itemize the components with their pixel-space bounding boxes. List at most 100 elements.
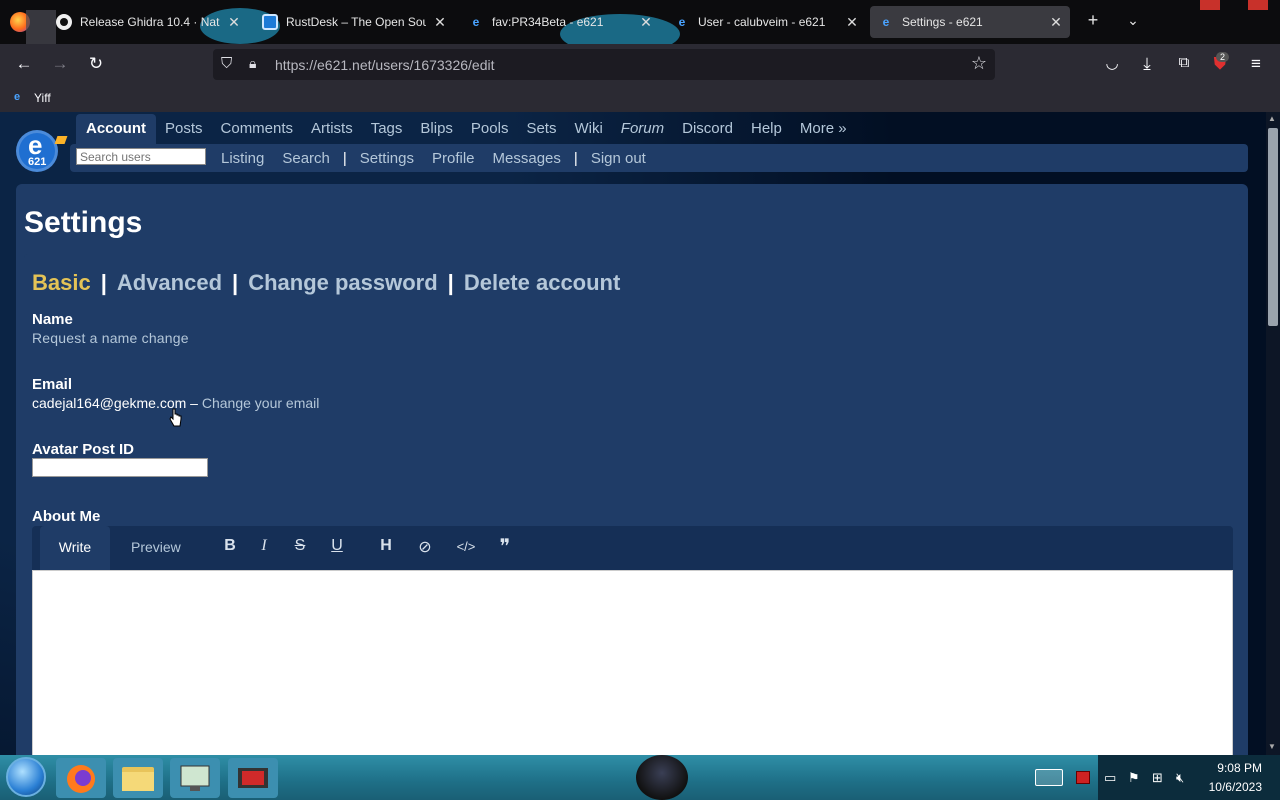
- change-email-link[interactable]: Change your email: [202, 395, 320, 411]
- start-button[interactable]: [6, 757, 46, 797]
- url-text[interactable]: https://e621.net/users/1673326/edit: [275, 57, 495, 73]
- nav-account[interactable]: Account: [76, 114, 156, 144]
- nav-pools[interactable]: Pools: [462, 114, 518, 144]
- browser-tab-bar: Release Ghidra 10.4 · Nation ✕ RustDesk …: [0, 0, 1280, 54]
- email-value: cadejal164@gekme.com: [32, 395, 187, 411]
- scroll-down-icon[interactable]: ▼: [1268, 742, 1276, 751]
- bookmark-star-icon[interactable]: ☆: [971, 53, 987, 74]
- nav-tags[interactable]: Tags: [362, 114, 412, 144]
- editor-tab-write[interactable]: Write: [40, 526, 110, 570]
- close-icon[interactable]: ✕: [226, 14, 242, 31]
- bold-icon[interactable]: B: [220, 537, 240, 555]
- nav-sets[interactable]: Sets: [517, 114, 565, 144]
- main-nav: Account Posts Comments Artists Tags Blip…: [76, 114, 856, 144]
- scroll-thumb[interactable]: [1268, 128, 1278, 326]
- tab-change-password[interactable]: Change password: [248, 270, 437, 296]
- bookmark-item[interactable]: e Yiff: [14, 91, 51, 105]
- clock-time[interactable]: 9:08 PM: [1217, 761, 1262, 775]
- close-icon[interactable]: ✕: [432, 14, 448, 31]
- shield-icon[interactable]: ⛉: [221, 55, 237, 73]
- close-icon[interactable]: ✕: [638, 14, 654, 31]
- nav-help[interactable]: Help: [742, 114, 791, 144]
- about-me-label: About Me: [32, 508, 101, 525]
- flag-icon[interactable]: ⚑: [1128, 770, 1140, 786]
- tab-basic[interactable]: Basic: [32, 270, 91, 296]
- nav-posts[interactable]: Posts: [156, 114, 212, 144]
- network-icon[interactable]: ⊞: [1152, 770, 1163, 786]
- italic-icon[interactable]: I: [254, 537, 274, 555]
- menu-icon[interactable]: ≡: [1244, 54, 1268, 74]
- tab-advanced[interactable]: Advanced: [117, 270, 222, 296]
- nav-wiki[interactable]: Wiki: [565, 114, 611, 144]
- subnav-profile[interactable]: Profile: [423, 150, 484, 167]
- site-logo[interactable]: e 621: [14, 122, 68, 176]
- browser-tab[interactable]: Release Ghidra 10.4 · Nation ✕: [48, 6, 248, 38]
- subnav-messages[interactable]: Messages: [484, 150, 570, 167]
- account-subnav: Listing Search | Settings Profile Messag…: [70, 144, 1248, 172]
- page-scrollbar[interactable]: ▲ ▼: [1266, 112, 1280, 755]
- clock-date[interactable]: 10/6/2023: [1209, 780, 1262, 794]
- tab-delete-account[interactable]: Delete account: [464, 270, 621, 296]
- address-bar[interactable]: ⛉ 🔒︎ https://e621.net/users/1673326/edit…: [213, 49, 995, 80]
- taskbar-explorer[interactable]: [113, 758, 163, 798]
- volume-muted-icon[interactable]: 🔇︎: [1176, 770, 1184, 786]
- subnav-settings[interactable]: Settings: [351, 150, 423, 167]
- back-icon[interactable]: ←: [12, 54, 36, 74]
- tab-title: User - calubveim - e621: [698, 15, 826, 29]
- logo-number: 621: [28, 156, 47, 168]
- tray-chip-icon[interactable]: ▭: [1104, 770, 1116, 786]
- nav-discord[interactable]: Discord: [673, 114, 742, 144]
- minimize-button[interactable]: [1200, 0, 1220, 10]
- quote-icon[interactable]: ❞: [495, 534, 515, 559]
- firefox-icon[interactable]: [10, 10, 56, 52]
- browser-tab-active[interactable]: e Settings - e621 ✕: [870, 6, 1070, 38]
- request-name-change-link[interactable]: Request a name change: [32, 330, 189, 346]
- about-me-textarea[interactable]: [32, 570, 1233, 755]
- logo-spark: [54, 136, 68, 144]
- underline-icon[interactable]: U: [327, 537, 347, 555]
- browser-tab[interactable]: e User - calubveim - e621 ✕: [666, 6, 866, 38]
- close-window-button[interactable]: [1248, 0, 1268, 10]
- e621-icon: e: [678, 15, 686, 29]
- nav-blips[interactable]: Blips: [411, 114, 462, 144]
- settings-panel: Settings Basic | Advanced | Change passw…: [16, 184, 1248, 755]
- search-users-input[interactable]: [76, 148, 206, 165]
- e621-icon: e: [882, 15, 890, 29]
- browser-nav-bar: ← → ↻ ⛉ 🔒︎ https://e621.net/users/167332…: [0, 44, 1280, 86]
- subnav-search[interactable]: Search: [273, 150, 339, 167]
- spoiler-icon[interactable]: ⊘: [415, 537, 435, 557]
- e621-icon: e: [472, 15, 480, 29]
- close-icon[interactable]: ✕: [844, 14, 860, 31]
- email-dash: –: [186, 395, 202, 411]
- heading-icon[interactable]: H: [376, 537, 396, 555]
- tab-list-icon[interactable]: ⌄: [1121, 12, 1145, 29]
- download-icon[interactable]: ⤓: [1135, 54, 1159, 74]
- taskbar-app-monitor[interactable]: [170, 758, 220, 798]
- code-icon[interactable]: </>: [456, 539, 476, 554]
- new-tab-icon[interactable]: +: [1081, 10, 1105, 31]
- subnav-separator: |: [573, 149, 578, 167]
- browser-tab[interactable]: e fav:PR34Beta - e621 ✕: [460, 6, 660, 38]
- keyboard-icon[interactable]: [1035, 769, 1063, 786]
- pocket-icon[interactable]: ◡: [1100, 54, 1124, 72]
- bookmark-label: Yiff: [34, 91, 51, 105]
- taskbar-firefox[interactable]: [56, 758, 106, 798]
- strikethrough-icon[interactable]: S: [290, 537, 310, 555]
- editor-tab-preview[interactable]: Preview: [131, 539, 181, 555]
- subnav-sign-out[interactable]: Sign out: [582, 150, 655, 167]
- taskbar-app-remote[interactable]: [228, 758, 278, 798]
- close-icon[interactable]: ✕: [1048, 14, 1064, 31]
- subnav-listing[interactable]: Listing: [212, 150, 273, 167]
- nav-more[interactable]: More »: [791, 114, 856, 144]
- forward-icon[interactable]: →: [48, 54, 72, 74]
- scroll-up-icon[interactable]: ▲: [1268, 114, 1276, 123]
- browser-tab[interactable]: RustDesk – The Open Source ✕: [254, 6, 454, 38]
- avatar-post-id-input[interactable]: [32, 458, 208, 477]
- lock-icon[interactable]: 🔒︎: [249, 55, 263, 73]
- nav-comments[interactable]: Comments: [212, 114, 303, 144]
- reload-icon[interactable]: ↻: [84, 54, 108, 74]
- extensions-icon[interactable]: ⧉: [1172, 54, 1196, 71]
- tray-app-icon[interactable]: [1076, 771, 1090, 784]
- nav-forum[interactable]: Forum: [612, 114, 673, 144]
- nav-artists[interactable]: Artists: [302, 114, 362, 144]
